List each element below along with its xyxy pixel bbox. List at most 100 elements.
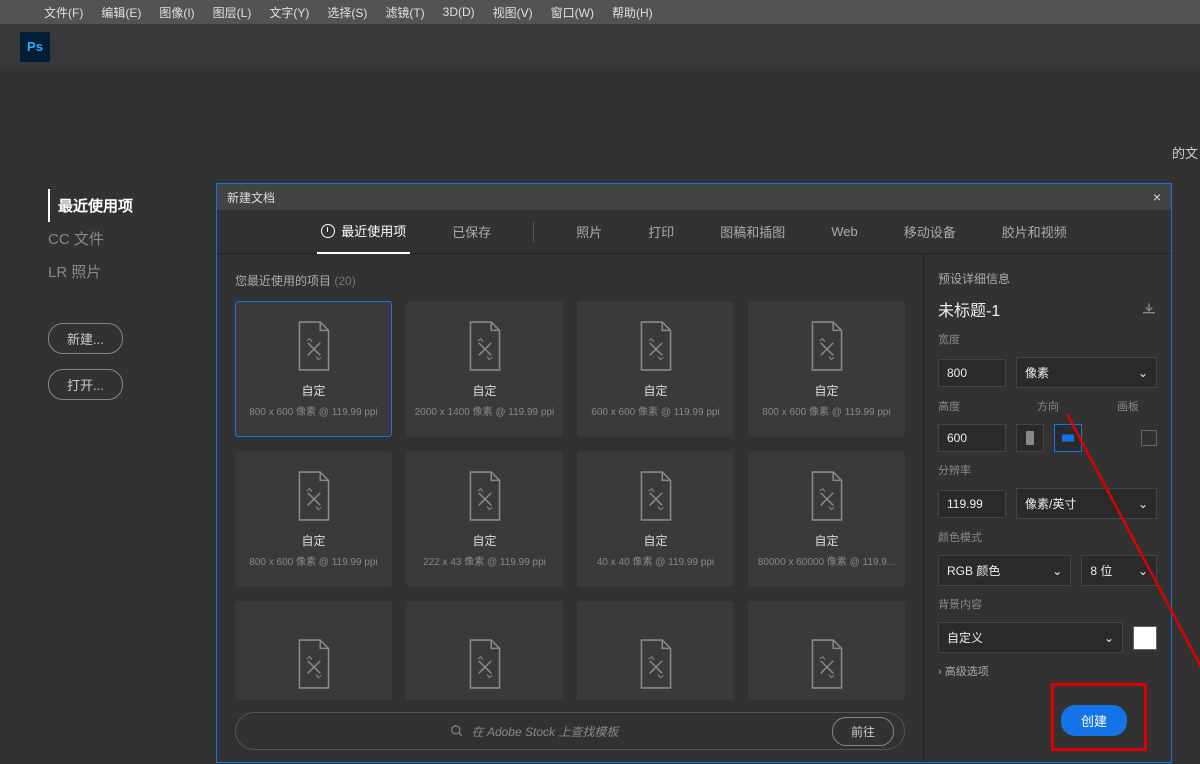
document-name-input[interactable]: 未标题-1 bbox=[938, 297, 1000, 321]
preset-card[interactable]: 自定80000 x 60000 像素 @ 119.9... bbox=[748, 451, 905, 587]
main-area: 的文 最近使用项 CC 文件 LR 照片 新建... 打开... 新建文档 × … bbox=[0, 69, 1200, 722]
chevron-down-icon: ⌄ bbox=[1052, 564, 1062, 578]
chevron-down-icon: ⌄ bbox=[1104, 631, 1114, 645]
artboard-label: 画板 bbox=[1117, 398, 1157, 414]
document-icon bbox=[464, 638, 506, 690]
advanced-options-toggle[interactable]: › 高级选项 bbox=[938, 663, 1157, 679]
adobe-stock-search-bar: 在 Adobe Stock 上查找模板 前往 bbox=[235, 712, 905, 750]
preset-card[interactable]: 自定 800 x 600 像素 @ 119.99 ppi bbox=[235, 451, 392, 587]
width-input[interactable] bbox=[938, 359, 1006, 387]
chevron-down-icon: ⌄ bbox=[1138, 366, 1148, 380]
ps-logo-icon: Ps bbox=[20, 32, 50, 62]
tab-recent[interactable]: 最近使用项 bbox=[317, 209, 410, 254]
bit-depth-select[interactable]: 8 位⌄ bbox=[1081, 555, 1157, 586]
menu-type[interactable]: 文字(Y) bbox=[261, 2, 317, 23]
tab-web[interactable]: Web bbox=[827, 212, 862, 251]
presets-area: 您最近使用的项目 (20) 自定800 x 600 像素 @ 119.99 pp… bbox=[217, 254, 923, 762]
menu-help[interactable]: 帮助(H) bbox=[604, 2, 661, 23]
orientation-label: 方向 bbox=[1037, 398, 1107, 414]
sidebar-item-lr-photos[interactable]: LR 照片 bbox=[48, 255, 168, 288]
search-icon bbox=[450, 724, 464, 738]
menu-window[interactable]: 窗口(W) bbox=[543, 2, 602, 23]
preset-card[interactable] bbox=[406, 601, 563, 700]
menu-select[interactable]: 选择(S) bbox=[319, 2, 375, 23]
artboard-checkbox[interactable] bbox=[1141, 430, 1157, 446]
sidebar-item-cc-files[interactable]: CC 文件 bbox=[48, 222, 168, 255]
save-preset-icon[interactable] bbox=[1141, 301, 1157, 318]
resolution-label: 分辨率 bbox=[938, 462, 1157, 478]
preset-name: 自定 bbox=[814, 382, 838, 399]
stock-search-input[interactable]: 在 Adobe Stock 上查找模板 bbox=[246, 723, 822, 740]
document-icon bbox=[464, 320, 506, 372]
preset-name: 自定 bbox=[472, 532, 496, 549]
preset-name: 自定 bbox=[643, 532, 667, 549]
preset-name: 自定 bbox=[301, 532, 325, 549]
preset-dimensions: 600 x 600 像素 @ 119.99 ppi bbox=[591, 403, 719, 418]
preset-dimensions: 222 x 43 像素 @ 119.99 ppi bbox=[423, 553, 546, 568]
preset-dimensions: 40 x 40 像素 @ 119.99 ppi bbox=[597, 553, 714, 568]
color-mode-select[interactable]: RGB 颜色⌄ bbox=[938, 555, 1071, 586]
preset-name: 自定 bbox=[472, 382, 496, 399]
width-unit-select[interactable]: 像素⌄ bbox=[1016, 357, 1157, 388]
background-select[interactable]: 自定义⌄ bbox=[938, 622, 1123, 653]
dialog-tabs: 最近使用项 已保存 照片 打印 图稿和插图 Web 移动设备 胶片和视频 bbox=[217, 210, 1171, 254]
preset-card[interactable]: 自定2000 x 1400 像素 @ 119.99 ppi bbox=[406, 301, 563, 437]
chevron-down-icon: ⌄ bbox=[1138, 497, 1148, 511]
tab-mobile[interactable]: 移动设备 bbox=[900, 210, 960, 253]
preset-dimensions: 800 x 600 像素 @ 119.99 ppi bbox=[249, 403, 377, 418]
tab-divider bbox=[533, 222, 534, 242]
color-mode-label: 颜色模式 bbox=[938, 529, 1157, 545]
menu-file[interactable]: 文件(F) bbox=[36, 2, 91, 23]
preset-card[interactable]: 自定 40 x 40 像素 @ 119.99 ppi bbox=[577, 451, 734, 587]
sidebar-item-recent[interactable]: 最近使用项 bbox=[48, 189, 168, 222]
preset-dimensions: 800 x 600 像素 @ 119.99 ppi bbox=[249, 553, 377, 568]
preset-dimensions: 80000 x 60000 像素 @ 119.9... bbox=[758, 553, 895, 568]
preset-card[interactable]: 自定 800 x 600 像素 @ 119.99 ppi bbox=[748, 301, 905, 437]
resolution-input[interactable] bbox=[938, 490, 1006, 518]
dialog-body: 您最近使用的项目 (20) 自定800 x 600 像素 @ 119.99 pp… bbox=[217, 254, 1171, 762]
height-label: 高度 bbox=[938, 398, 1027, 414]
orientation-landscape-button[interactable] bbox=[1054, 424, 1082, 452]
menu-edit[interactable]: 编辑(E) bbox=[93, 2, 149, 23]
menu-layer[interactable]: 图层(L) bbox=[205, 2, 260, 23]
menu-view[interactable]: 视图(V) bbox=[485, 2, 541, 23]
open-button[interactable]: 打开... bbox=[48, 369, 123, 400]
preset-name: 自定 bbox=[643, 382, 667, 399]
tab-film-video[interactable]: 胶片和视频 bbox=[998, 210, 1071, 253]
new-button[interactable]: 新建... bbox=[48, 323, 123, 354]
new-document-dialog: 新建文档 × 最近使用项 已保存 照片 打印 图稿和插图 Web 移动设备 胶片… bbox=[216, 183, 1172, 763]
document-icon bbox=[293, 320, 335, 372]
menu-app-icon[interactable] bbox=[10, 10, 34, 14]
dialog-header: 新建文档 × bbox=[217, 184, 1171, 210]
resolution-unit-select[interactable]: 像素/英寸⌄ bbox=[1016, 488, 1157, 519]
tab-label: 最近使用项 bbox=[341, 221, 406, 240]
tab-illustration[interactable]: 图稿和插图 bbox=[716, 210, 789, 253]
menu-filter[interactable]: 滤镜(T) bbox=[377, 2, 432, 23]
tab-saved[interactable]: 已保存 bbox=[448, 210, 495, 253]
stock-go-button[interactable]: 前往 bbox=[832, 717, 894, 746]
preset-card[interactable]: 自定 600 x 600 像素 @ 119.99 ppi bbox=[577, 301, 734, 437]
preset-card[interactable]: 自定800 x 600 像素 @ 119.99 ppi bbox=[235, 301, 392, 437]
home-sidebar: 最近使用项 CC 文件 LR 照片 新建... 打开... bbox=[48, 189, 168, 400]
height-input[interactable] bbox=[938, 424, 1006, 452]
preset-card[interactable]: 自定 222 x 43 像素 @ 119.99 ppi bbox=[406, 451, 563, 587]
tab-print[interactable]: 打印 bbox=[644, 210, 678, 253]
background-label: 背景内容 bbox=[938, 596, 1157, 612]
document-icon bbox=[464, 470, 506, 522]
close-icon[interactable]: × bbox=[1153, 189, 1161, 205]
document-icon bbox=[293, 638, 335, 690]
document-icon bbox=[635, 470, 677, 522]
preset-card[interactable] bbox=[577, 601, 734, 700]
document-icon bbox=[293, 470, 335, 522]
preset-dimensions: 800 x 600 像素 @ 119.99 ppi bbox=[762, 403, 890, 418]
preset-card[interactable] bbox=[748, 601, 905, 700]
width-label: 宽度 bbox=[938, 331, 1157, 347]
preset-card[interactable] bbox=[235, 601, 392, 700]
background-color-swatch[interactable] bbox=[1133, 626, 1157, 650]
menu-3d[interactable]: 3D(D) bbox=[435, 3, 483, 21]
menu-bar: 文件(F) 编辑(E) 图像(I) 图层(L) 文字(Y) 选择(S) 滤镜(T… bbox=[0, 0, 1200, 24]
create-button[interactable]: 创建 bbox=[1061, 705, 1127, 736]
tab-photo[interactable]: 照片 bbox=[572, 210, 606, 253]
menu-image[interactable]: 图像(I) bbox=[151, 2, 202, 23]
orientation-portrait-button[interactable] bbox=[1016, 424, 1044, 452]
